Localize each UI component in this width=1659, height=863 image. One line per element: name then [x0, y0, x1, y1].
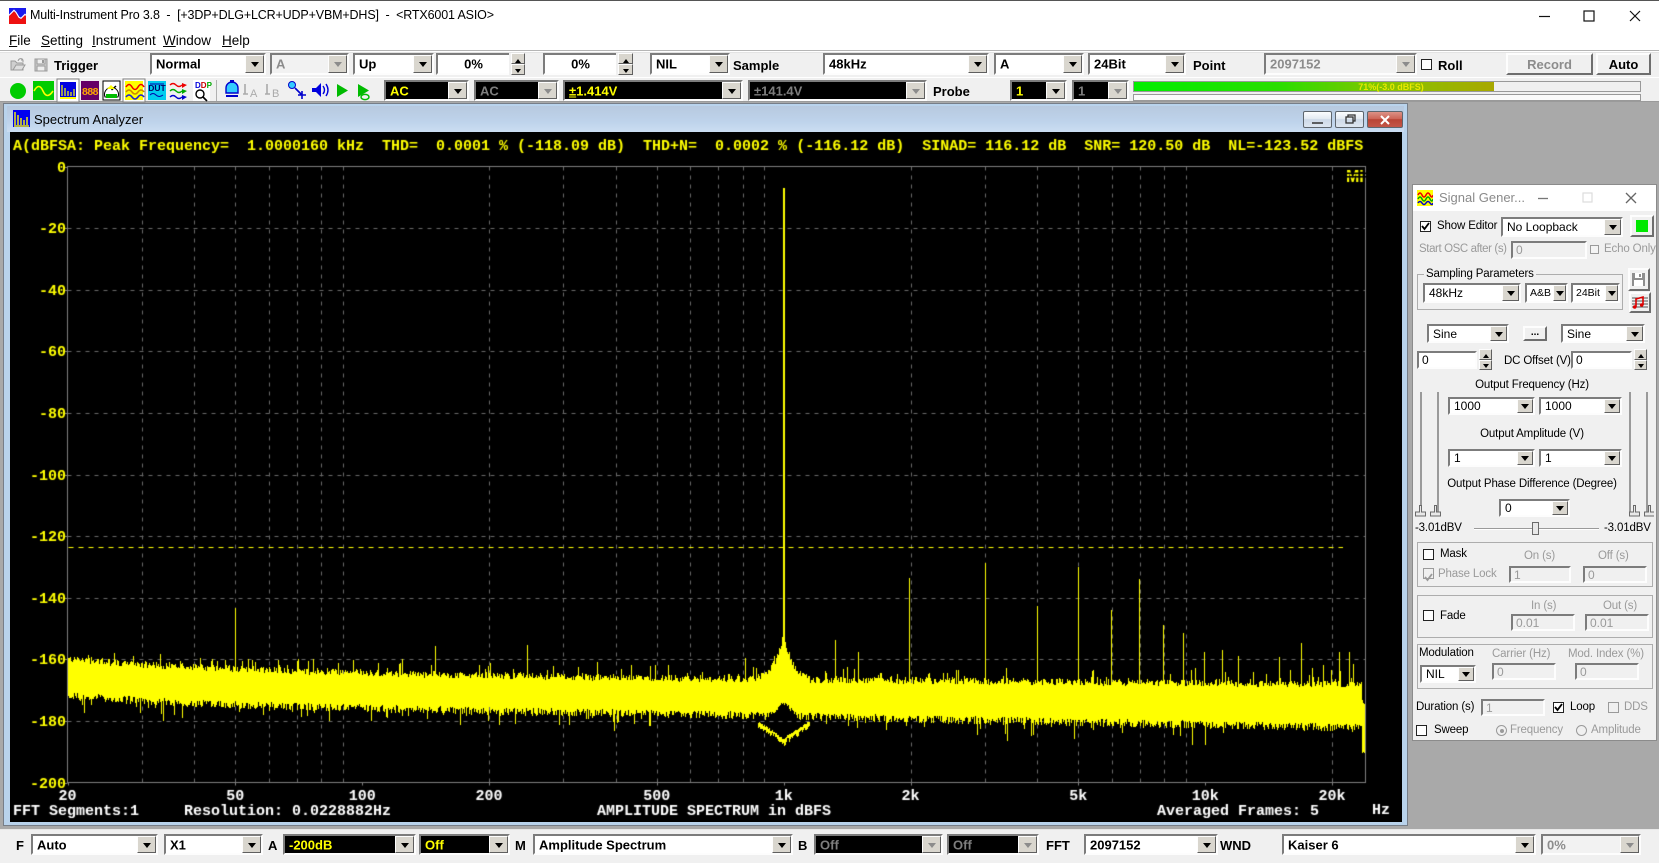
svg-text:DDP: DDP — [195, 81, 213, 90]
svg-text:B: B — [272, 88, 279, 100]
svg-text:A: A — [250, 88, 258, 100]
svg-text:888: 888 — [82, 86, 99, 98]
